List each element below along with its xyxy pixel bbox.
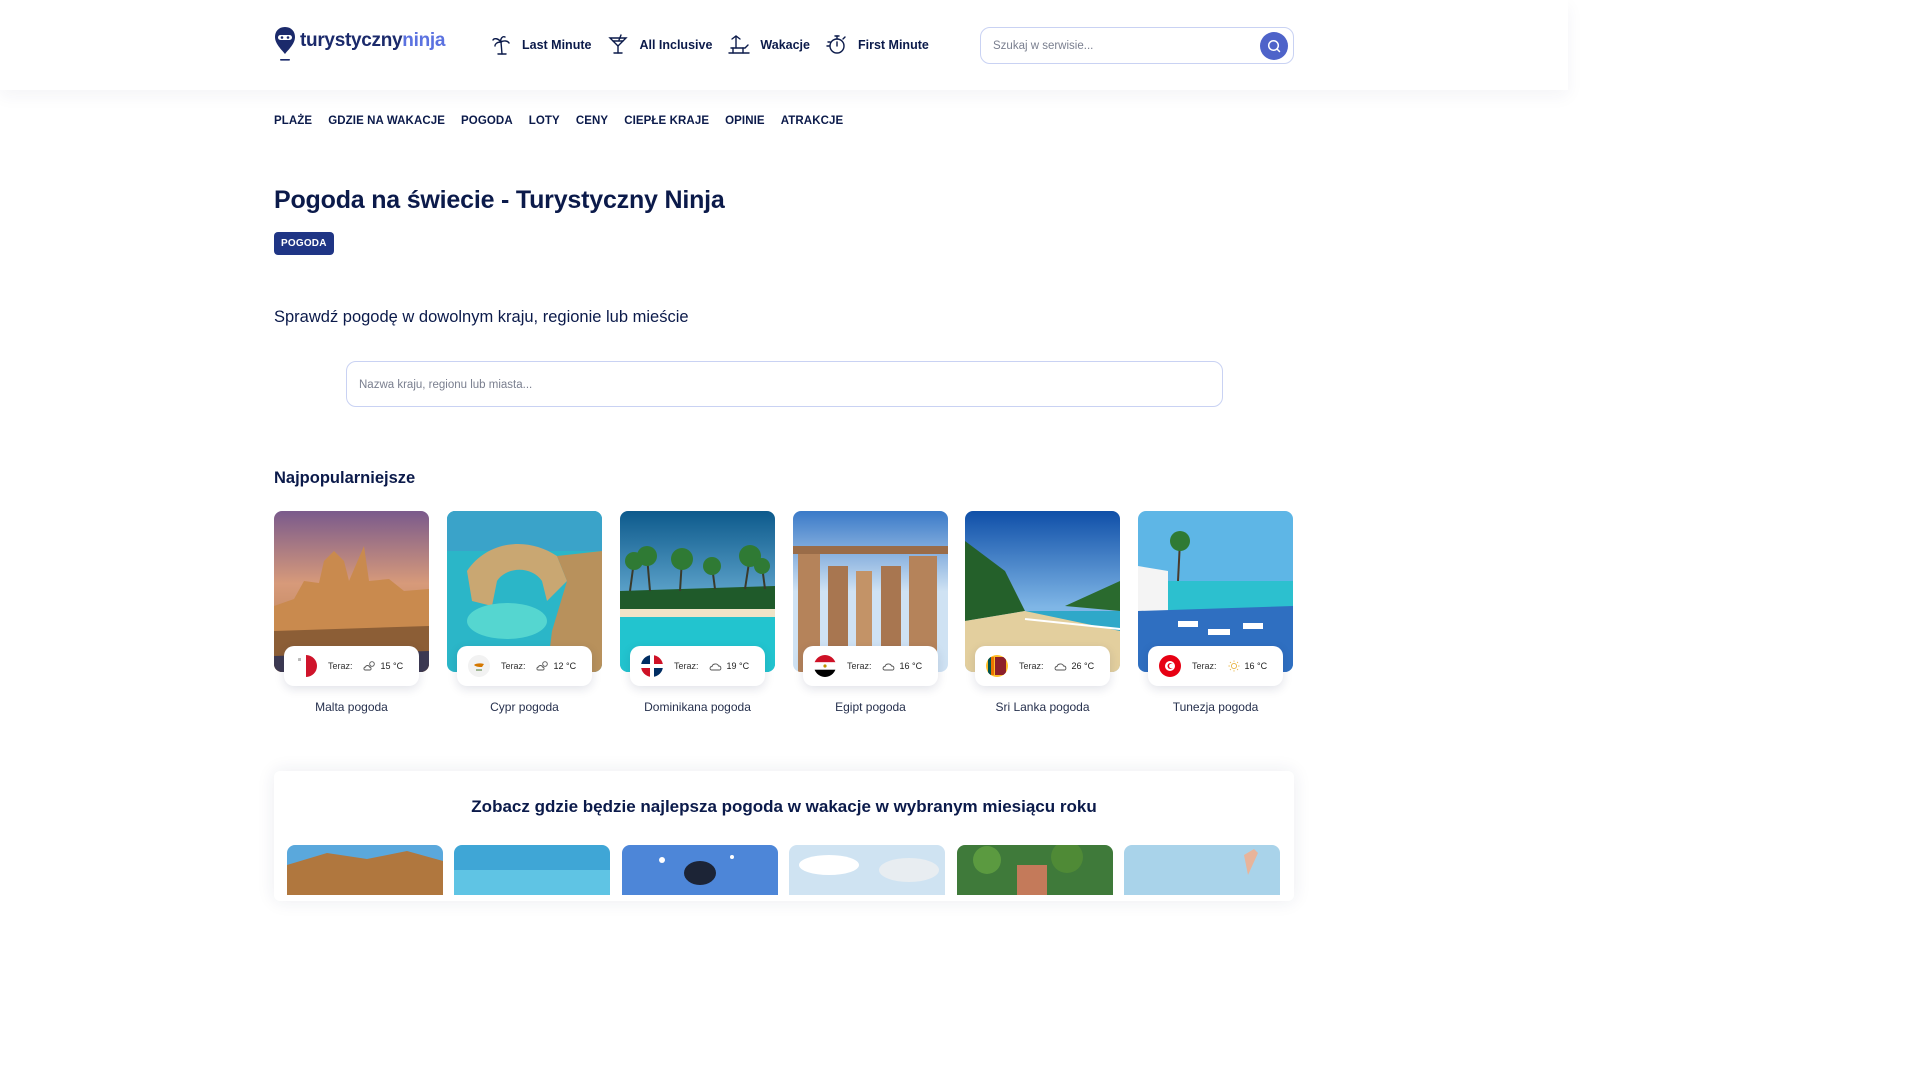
month-thumbnail[interactable] <box>957 845 1113 895</box>
destination-name: Malta pogoda <box>315 700 388 714</box>
temperature: 26 °C <box>1071 661 1095 671</box>
nav-wakacje-label: Wakacje <box>760 38 810 52</box>
popular-heading: Najpopularniejsze <box>274 469 416 487</box>
now-label: Teraz: <box>1192 661 1217 671</box>
nav-all-inclusive-label: All Inclusive <box>639 38 713 52</box>
weather-pill: Teraz: 16 °C <box>803 646 938 686</box>
intro-text: Sprawdź pogodę w dowolnym kraju, regioni… <box>274 308 689 326</box>
logo-text-part1: turystyczny <box>300 30 403 51</box>
category-link-cieple-kraje[interactable]: CIEPŁE KRAJE <box>624 115 709 127</box>
weather-pill: Teraz: 15 °C <box>284 646 419 686</box>
main-nav: Last Minute All Inclusive Wakacje First … <box>490 32 945 58</box>
destination-name: Sri Lanka pogoda <box>995 700 1090 714</box>
weather-pill: Teraz: 12 °C <box>457 646 592 686</box>
category-link-atrakcje[interactable]: ATRAKCJE <box>781 115 844 127</box>
cloudy-icon <box>1054 663 1066 671</box>
sri-lanka-flag-icon <box>986 655 1008 677</box>
category-link-opinie[interactable]: OPINIE <box>725 115 765 127</box>
temperature: 16 °C <box>899 661 923 671</box>
destination-name: Egipt pogoda <box>835 700 906 714</box>
now-label: Teraz: <box>1019 661 1044 671</box>
now-label: Teraz: <box>501 661 526 671</box>
category-link-ceny[interactable]: CENY <box>576 115 608 127</box>
now-label: Teraz: <box>847 661 872 671</box>
month-thumbnail[interactable] <box>454 845 610 895</box>
temperature: 15 °C <box>380 661 404 671</box>
sunny-icon <box>1228 660 1240 672</box>
search-icon <box>1267 39 1281 53</box>
site-logo[interactable]: turystycznyninja <box>274 26 445 62</box>
nav-all-inclusive[interactable]: All Inclusive <box>607 34 712 56</box>
category-link-plaze[interactable]: PLAŻE <box>274 115 312 127</box>
nav-first-minute-label: First Minute <box>857 38 929 52</box>
month-thumbnail[interactable] <box>622 845 778 895</box>
destination-card[interactable]: Teraz: 12 °C Cypr pogoda <box>447 511 602 721</box>
destination-name: Dominikana pogoda <box>644 700 751 714</box>
partly-cloudy-icon <box>536 661 548 671</box>
partly-cloudy-icon <box>363 661 375 671</box>
site-search-button[interactable] <box>1260 32 1288 60</box>
month-thumbnail[interactable] <box>1124 845 1280 895</box>
site-search-input[interactable] <box>993 37 1253 55</box>
category-link-gdzie-na-wakacje[interactable]: GDZIE NA WAKACJE <box>328 115 445 127</box>
logo-text: turystycznyninja <box>300 30 445 52</box>
egypt-flag-icon <box>814 655 836 677</box>
malta-flag-icon <box>295 655 317 677</box>
popular-destinations: Teraz: 15 °C Malta pogoda Teraz: 12 °C C… <box>274 511 1294 721</box>
category-link-loty[interactable]: LOTY <box>529 115 560 127</box>
destination-card[interactable]: Teraz: 16 °C Tunezja pogoda <box>1138 511 1293 721</box>
destination-card[interactable]: Teraz: 26 °C Sri Lanka pogoda <box>965 511 1120 721</box>
weather-search-input[interactable] <box>359 376 1199 394</box>
ninja-pin-logo-icon <box>275 27 295 61</box>
now-label: Teraz: <box>328 661 353 671</box>
destination-card[interactable]: Teraz: 16 °C Egipt pogoda <box>793 511 948 721</box>
destination-name: Cypr pogoda <box>490 700 559 714</box>
logo-text-part2: ninja <box>402 30 446 51</box>
months-heading: Zobacz gdzie będzie najlepsza pogoda w w… <box>471 797 1097 816</box>
weather-pill: Teraz: 16 °C <box>1148 646 1283 686</box>
now-label: Teraz: <box>674 661 699 671</box>
site-search <box>980 27 1294 64</box>
nav-wakacje[interactable]: Wakacje <box>728 34 810 56</box>
destination-card[interactable]: Teraz: 15 °C Malta pogoda <box>274 511 429 721</box>
site-header: turystycznyninja Last Minute All Inclusi… <box>0 0 1568 90</box>
nav-first-minute[interactable]: First Minute <box>826 34 929 56</box>
beach-chair-icon <box>728 35 751 54</box>
cocktail-icon <box>608 34 629 54</box>
tunisia-flag-icon <box>1159 655 1181 677</box>
weather-pill: Teraz: 19 °C <box>630 646 765 686</box>
stopwatch-icon <box>826 35 846 54</box>
weather-search <box>346 361 1223 407</box>
category-nav: PLAŻE GDZIE NA WAKACJE POGODA LOTY CENY … <box>274 115 859 127</box>
month-thumbnail[interactable] <box>287 845 443 895</box>
category-tag[interactable]: POGODA <box>274 232 334 255</box>
best-weather-by-month: Zobacz gdzie będzie najlepsza pogoda w w… <box>274 771 1294 901</box>
destination-card[interactable]: Teraz: 19 °C Dominikana pogoda <box>620 511 775 721</box>
weather-pill: Teraz: 26 °C <box>975 646 1110 686</box>
cloudy-icon <box>709 663 721 671</box>
category-link-pogoda[interactable]: POGODA <box>461 115 513 127</box>
cyprus-flag-icon <box>468 655 490 677</box>
dominican-republic-flag-icon <box>641 655 663 677</box>
destination-name: Tunezja pogoda <box>1172 700 1259 714</box>
temperature: 12 °C <box>553 661 577 671</box>
cloudy-icon <box>882 663 894 671</box>
page-title: Pogoda na świecie - Turystyczny Ninja <box>274 186 725 214</box>
temperature: 16 °C <box>1244 661 1268 671</box>
palm-tree-icon <box>492 36 510 55</box>
temperature: 19 °C <box>726 661 750 671</box>
nav-last-minute-label: Last Minute <box>522 38 592 52</box>
nav-last-minute[interactable]: Last Minute <box>490 34 591 56</box>
month-thumbnail[interactable] <box>789 845 945 895</box>
